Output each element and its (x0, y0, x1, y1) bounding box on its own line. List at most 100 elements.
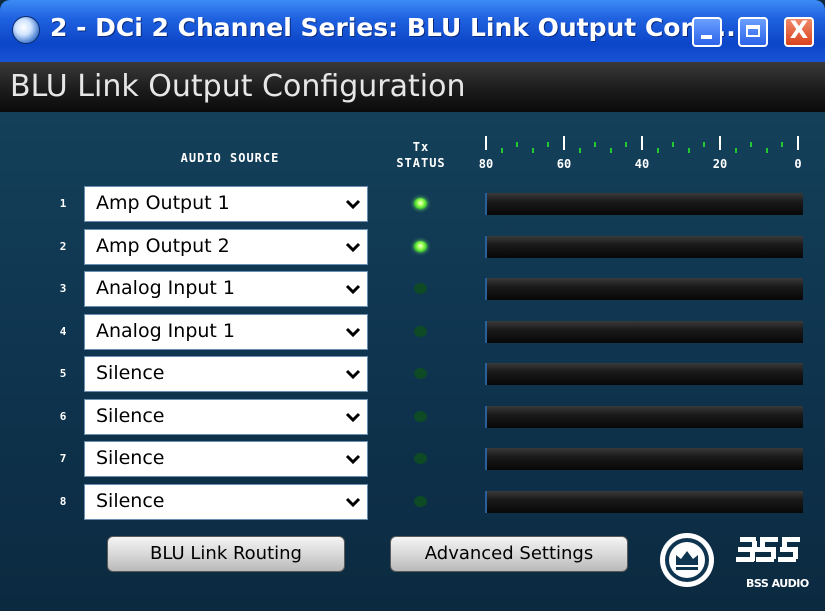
audio-source-dropdown[interactable]: Amp Output 2 (84, 228, 368, 265)
header-band: BLU Link Output Configuration (0, 62, 825, 112)
tx-status-led (414, 410, 427, 422)
audio-source-heading: AUDIO SOURCE (180, 151, 280, 165)
audio-source-dropdown[interactable]: Silence (84, 483, 368, 520)
window-title: 2 - DCi 2 Channel Series: BLU Link Outpu… (50, 13, 746, 42)
channel-number: 8 (59, 494, 67, 508)
scale-minor-tick (656, 148, 659, 153)
tx-status-led (414, 453, 427, 464)
scale-minor-tick (516, 142, 519, 147)
maximize-button[interactable] (738, 17, 768, 47)
blu-link-routing-button[interactable]: BLU Link Routing (107, 536, 345, 572)
scale-label: 40 (634, 157, 650, 171)
tx-status-heading: Tx STATUS (381, 139, 461, 171)
channel-number: 6 (59, 409, 67, 423)
scale-label: 60 (556, 157, 572, 171)
channel-number: 7 (59, 452, 67, 465)
scale-minor-tick (687, 148, 690, 153)
audio-source-value: Silence (96, 489, 165, 512)
app-window: 2 - DCi 2 Channel Series: BLU Link Outpu… (0, 0, 825, 611)
scale-minor-tick (547, 142, 550, 147)
bss-logo: BSS AUDIO (656, 527, 809, 597)
chevron-down-icon (345, 284, 361, 295)
scale-minor-tick (609, 148, 612, 153)
status-label: STATUS (396, 156, 446, 170)
scale-minor-tick (765, 148, 768, 153)
scale-major-tick (485, 136, 487, 150)
scale-label: 0 (794, 157, 802, 171)
app-icon[interactable] (12, 16, 40, 44)
audio-source-value: Amp Output 1 (96, 192, 230, 214)
audio-source-value: Analog Input 1 (96, 277, 236, 299)
channel-row: 3 Analog Input 1 (0, 271, 825, 309)
channel-number: 1 (59, 197, 67, 210)
chevron-down-icon (345, 497, 361, 507)
scale-minor-tick (703, 142, 706, 147)
output-config-panel: AUDIO SOURCE Tx STATUS 80 60 40 20 0 1 Amp Ou… (0, 112, 825, 611)
audio-source-dropdown[interactable]: Silence (84, 441, 368, 477)
scale-major-tick (563, 136, 565, 150)
minimize-button[interactable] (692, 17, 722, 47)
channel-number: 3 (59, 282, 67, 295)
audio-source-value: Silence (96, 447, 165, 469)
audio-source-dropdown[interactable]: Silence (84, 398, 368, 435)
level-meter (485, 405, 803, 428)
level-meter (485, 278, 803, 300)
tx-status-led (414, 368, 427, 379)
audio-source-dropdown[interactable]: Analog Input 1 (84, 313, 368, 350)
scale-minor-tick (750, 142, 753, 147)
chevron-down-icon (345, 454, 361, 465)
channel-number: 5 (59, 367, 67, 380)
level-meter (485, 320, 803, 343)
scale-minor-tick (578, 148, 581, 153)
tx-status-led (414, 240, 427, 252)
meter-scale: 80 60 40 20 0 (479, 132, 810, 182)
tx-status-led (414, 495, 427, 507)
channel-number: 2 (59, 239, 67, 253)
audio-source-value: Silence (96, 404, 165, 427)
scale-label: 20 (712, 157, 728, 171)
audio-source-dropdown[interactable]: Analog Input 1 (84, 271, 368, 307)
audio-source-value: Amp Output 2 (96, 234, 230, 257)
tx-label: Tx (412, 140, 430, 154)
channel-row: 4 Analog Input 1 (0, 313, 825, 352)
bss-audio-wordmark: BSS AUDIO (746, 577, 809, 590)
channel-row: 6 Silence (0, 398, 825, 437)
level-meter (485, 235, 803, 258)
channel-row: 8 Silence (0, 483, 825, 522)
level-meter (485, 193, 803, 215)
scale-label: 80 (478, 157, 494, 171)
level-meter (485, 448, 803, 470)
chevron-down-icon (345, 242, 361, 252)
chevron-down-icon (345, 327, 361, 337)
advanced-settings-button[interactable]: Advanced Settings (390, 536, 628, 572)
level-meter (485, 363, 803, 385)
scale-minor-tick (500, 148, 503, 153)
scale-minor-tick (781, 142, 784, 147)
channel-row: 5 Silence (0, 356, 825, 394)
audio-source-dropdown[interactable]: Silence (84, 356, 368, 392)
chevron-down-icon (345, 369, 361, 380)
channel-row: 2 Amp Output 2 (0, 228, 825, 267)
scale-minor-tick (531, 148, 534, 153)
channel-row: 1 Amp Output 1 (0, 186, 825, 224)
scale-major-tick (641, 136, 643, 150)
tx-status-led (414, 325, 427, 337)
channel-number: 4 (59, 324, 67, 338)
scale-major-tick (797, 136, 799, 150)
scale-minor-tick (672, 142, 675, 147)
chevron-down-icon (345, 412, 361, 422)
scale-minor-tick (625, 142, 628, 147)
close-button[interactable]: X (784, 16, 814, 47)
level-meter (485, 490, 803, 513)
tx-status-led (414, 198, 427, 209)
scale-minor-tick (734, 148, 737, 153)
tx-status-led (414, 283, 427, 294)
scale-minor-tick (594, 142, 597, 147)
chevron-down-icon (345, 199, 361, 210)
close-icon: X (789, 16, 809, 44)
audio-source-dropdown[interactable]: Amp Output 1 (84, 186, 368, 222)
title-bar[interactable]: 2 - DCi 2 Channel Series: BLU Link Outpu… (0, 0, 825, 62)
scale-major-tick (719, 136, 721, 150)
page-title: BLU Link Output Configuration (10, 69, 466, 104)
channel-row: 7 Silence (0, 441, 825, 479)
